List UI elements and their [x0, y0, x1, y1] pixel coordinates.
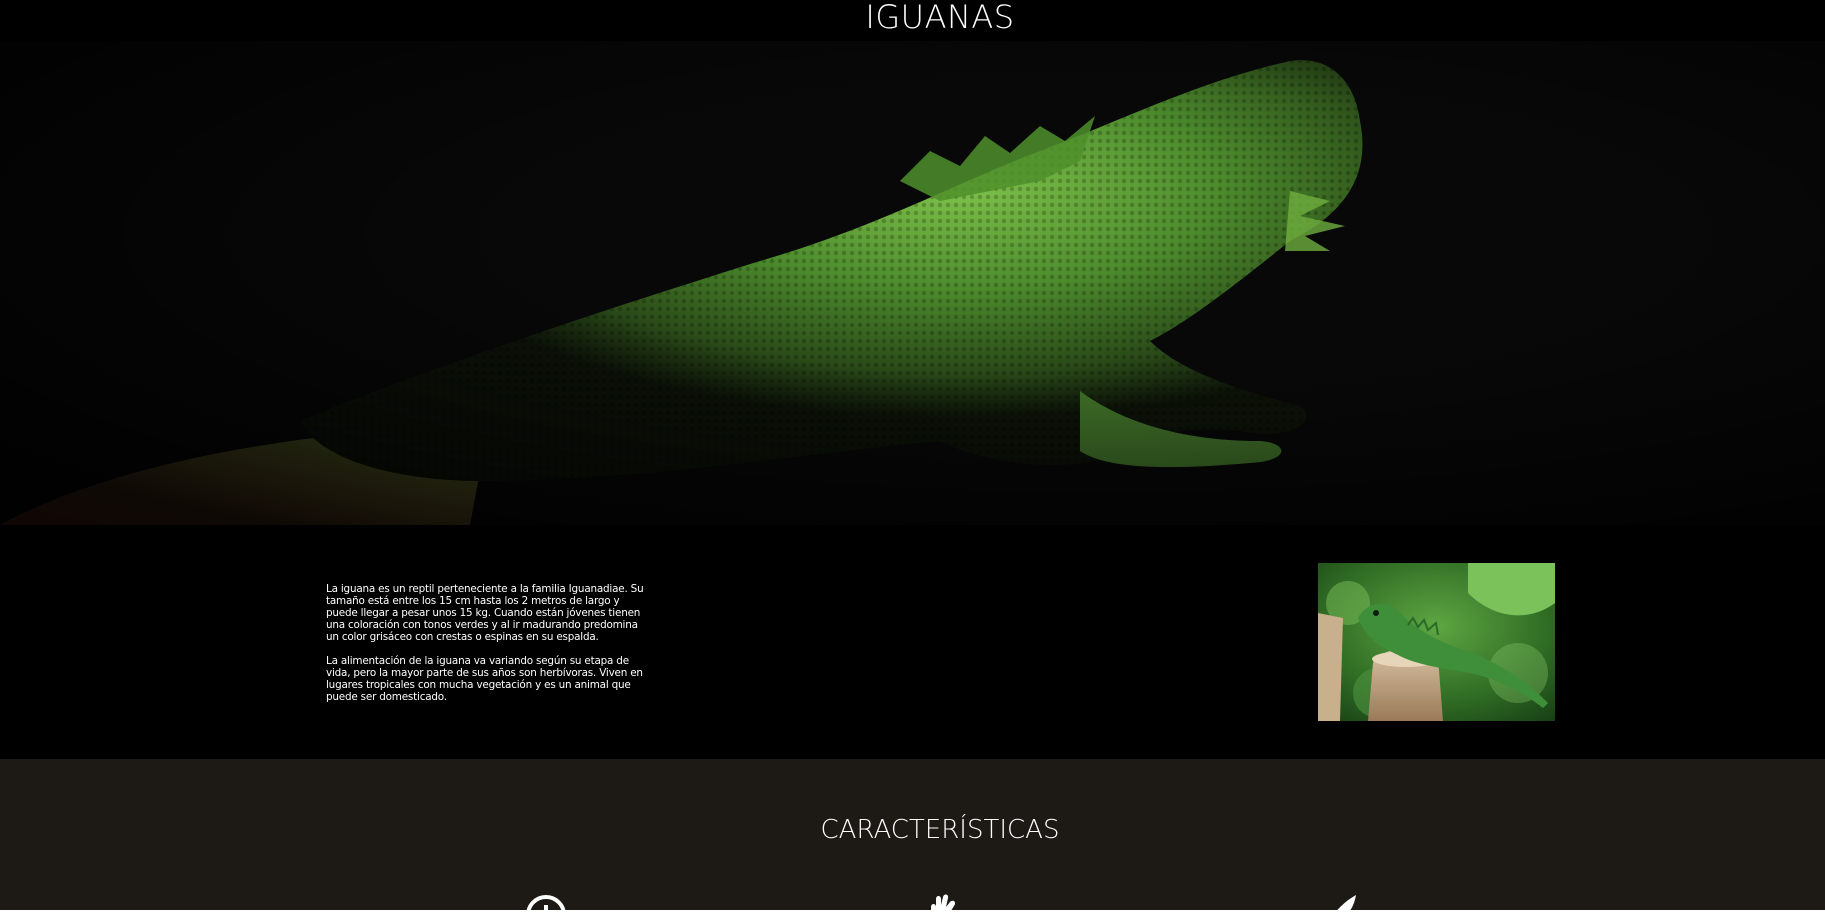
intro-paragraph-diet: La alimentación de la iguana va variando…	[326, 655, 643, 703]
features-title: CARACTERÍSTICAS	[820, 815, 1060, 845]
hand-icon	[931, 894, 956, 910]
intro-paragraph-description: La iguana es un reptil perteneciente a l…	[326, 583, 644, 643]
intro-section: La iguana es un reptil perteneciente a l…	[0, 525, 1825, 759]
page-bottom	[0, 910, 1825, 917]
intro-text: La iguana es un reptil perteneciente a l…	[326, 583, 648, 715]
bearded-dragon-photo	[0, 41, 1825, 525]
page-title: IGUANAS	[865, 0, 1015, 36]
hero-image	[0, 41, 1825, 525]
clock-icon	[526, 895, 566, 910]
green-iguana-photo	[1318, 563, 1555, 721]
leaf-icon	[1337, 895, 1356, 910]
features-section: CARACTERÍSTICAS	[0, 759, 1825, 910]
site-header: IGUANAS	[0, 0, 1825, 41]
page: IGUANAS La iguana es un reptil perteneci…	[0, 0, 1825, 917]
